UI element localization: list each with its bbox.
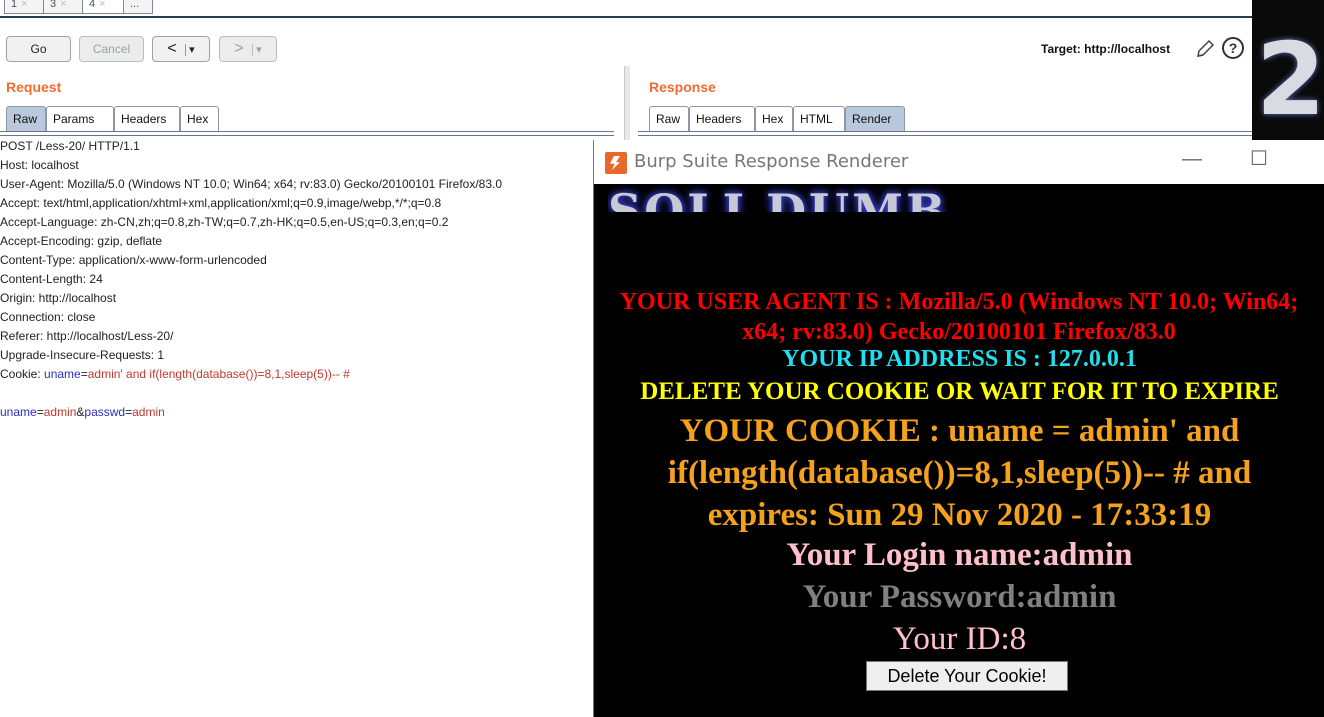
request-line: Upgrade-Insecure-Requests: 1 [0,348,165,362]
forward-arrow-icon: > [234,40,244,57]
body-param-name: uname [0,405,37,419]
tab-close-icon[interactable]: × [99,0,105,10]
tab-label: 1 [11,0,18,10]
user-id-text: Your ID:8 [892,621,1027,657]
request-line: POST /Less-20/ HTTP/1.1 [0,139,140,153]
repeater-tab-more[interactable]: ... [123,0,153,14]
response-renderer-window: Burp Suite Response Renderer — ☐ SQLI DU… [593,140,1324,717]
back-dropdown-icon[interactable]: ▾ [185,44,195,56]
tab-params[interactable]: Params [46,106,114,132]
response-title: Response [649,79,716,95]
repeater-tab-3[interactable]: 3 × [43,0,83,14]
request-line: User-Agent: Mozilla/5.0 (Windows NT 10.0… [0,177,503,191]
cookie-text: YOUR COOKIE : uname = admin' and if(leng… [667,413,1252,533]
request-line: Accept: text/html,application/xhtml+xml,… [0,196,442,210]
tab-raw[interactable]: Raw [6,106,46,132]
cookie-eq: = [80,367,88,381]
tab-render[interactable]: Render [845,106,905,132]
tab-label: 4 [89,0,96,10]
cookie-name: uname [44,367,81,381]
tab-headers[interactable]: Headers [114,106,180,132]
body-param-name: passwd [84,405,126,419]
request-line: Connection: close [0,310,96,324]
request-line: Accept-Language: zh-CN,zh;q=0.8,zh-TW;q=… [0,215,449,229]
forward-button[interactable]: > ▾ [219,36,277,62]
request-line: Content-Length: 24 [0,272,103,286]
tab-label: 3 [50,0,57,10]
burp-logo-icon [605,152,627,174]
request-line: Host: localhost [0,158,79,172]
ip-address-text: YOUR IP ADDRESS IS : 127.0.0.1 [782,346,1137,372]
tab-hex[interactable]: Hex [755,106,793,132]
delete-cookie-button[interactable]: Delete Your Cookie! [866,661,1068,691]
request-line: Content-Type: application/x-www-form-url… [0,253,267,267]
maximize-icon[interactable]: ☐ [1250,146,1268,171]
tab-close-icon[interactable]: × [21,0,27,10]
repeater-tab-1[interactable]: 1 × [4,0,44,14]
request-body-line: uname=admin&passwd=admin [0,404,596,423]
request-line: Accept-Encoding: gzip, deflate [0,234,163,248]
pane-splitter[interactable] [624,66,630,146]
tab-close-icon[interactable]: × [60,0,66,10]
request-line: Referer: http://localhost/Less-20/ [0,329,174,343]
login-name-text: Your Login name:admin [786,537,1133,573]
sqli-dumb-banner: SQLI DUMB [608,184,948,212]
cookie-header-line: Cookie: uname=admin' and if(length(datab… [0,366,596,385]
edit-target-pencil-icon[interactable] [1194,38,1216,60]
response-tab-underline [638,131,1252,136]
tab-raw[interactable]: Raw [649,106,689,132]
body-eq: = [36,405,44,419]
forward-dropdown-icon[interactable]: ▾ [252,44,262,56]
cookie-value: admin' and if(length(database())=8,1,sle… [87,367,350,381]
back-arrow-icon: < [167,40,177,57]
delete-cookie-notice: DELETE YOUR COOKIE OR WAIT FOR IT TO EXP… [640,378,1279,405]
repeater-tab-4[interactable]: 4 × [82,0,124,14]
request-title: Request [6,79,62,95]
help-icon[interactable]: ? [1222,37,1244,59]
back-button[interactable]: < ▾ [152,36,210,62]
body-param-value: admin [132,405,165,419]
request-raw-editor[interactable]: POST /Less-20/ HTTP/1.1 Host: localhost … [0,138,596,423]
cancel-button[interactable]: Cancel [79,36,144,62]
cookie-prefix: Cookie: [0,367,45,381]
target-label: Target: http://localhost [1041,42,1171,56]
user-agent-text: YOUR USER AGENT IS : Mozilla/5.0 (Window… [619,289,1299,345]
renderer-window-title: Burp Suite Response Renderer [634,151,909,172]
request-tab-underline [0,131,614,136]
repeater-tab-strip: 1 × 3 × 4 × ... [0,0,1252,18]
minimize-icon[interactable]: — [1182,148,1202,171]
tab-html[interactable]: HTML [793,106,845,132]
password-text: Your Password:admin [802,579,1117,615]
renderer-titlebar[interactable]: Burp Suite Response Renderer — ☐ [594,140,1324,184]
go-button[interactable]: Go [6,36,71,62]
tab-headers[interactable]: Headers [689,106,755,132]
request-line: Origin: http://localhost [0,291,117,305]
background-glyph: 2 [1256,21,1324,138]
tab-hex[interactable]: Hex [180,106,219,132]
body-param-value: admin [43,405,77,419]
